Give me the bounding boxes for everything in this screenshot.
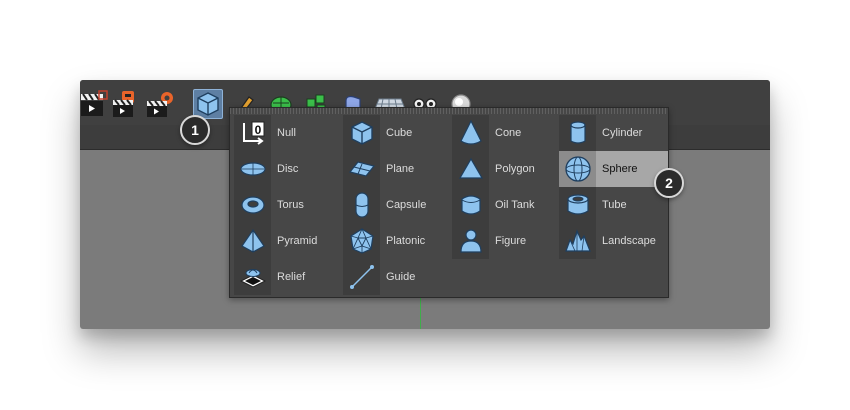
cone-icon — [452, 115, 489, 151]
torus-icon — [234, 187, 271, 223]
menu-item-label: Capsule — [386, 199, 427, 211]
menu-item-label: Polygon — [495, 163, 535, 175]
menu-item-label: Guide — [386, 271, 416, 283]
plane-icon — [343, 151, 380, 187]
menu-item-cube[interactable]: Cube — [343, 115, 452, 151]
figure-icon — [452, 223, 489, 259]
sphere-icon — [559, 151, 596, 187]
menu-item-plane[interactable]: Plane — [343, 151, 452, 187]
landscape-icon — [559, 223, 596, 259]
guide-icon — [343, 259, 380, 295]
callout-number: 1 — [191, 122, 199, 138]
menu-item-torus[interactable]: Torus — [234, 187, 343, 223]
menu-item-pyramid[interactable]: Pyramid — [234, 223, 343, 259]
menu-item-capsule[interactable]: Capsule — [343, 187, 452, 223]
menu-item-label: Relief — [277, 271, 306, 283]
menu-item-label: Tube — [602, 199, 627, 211]
relief-icon — [234, 259, 271, 295]
menu-item-tube[interactable]: Tube — [559, 187, 668, 223]
pyramid-icon — [234, 223, 271, 259]
menu-item-label: Landscape — [602, 235, 656, 247]
menu-item-cylinder[interactable]: Cylinder — [559, 115, 668, 151]
menu-item-label: Cylinder — [602, 127, 643, 139]
menu-item-label: Disc — [277, 163, 299, 175]
menu-item-label: Figure — [495, 235, 527, 247]
platonic-icon — [343, 223, 380, 259]
menu-drag-handle[interactable] — [230, 108, 668, 114]
clapperboard-icon — [113, 91, 134, 117]
menu-column-4: Cylinder Sphere Tube Landscape — [559, 115, 668, 259]
clapperboard-icon — [81, 90, 108, 116]
menu-item-label: Torus — [277, 199, 304, 211]
menu-item-oil-tank[interactable]: Oil Tank — [452, 187, 561, 223]
cube-icon — [197, 92, 219, 116]
menu-item-label: Sphere — [602, 163, 638, 175]
disc-icon — [234, 151, 271, 187]
step-callout-2: 2 — [654, 168, 684, 198]
render-to-picture-viewer-button[interactable] — [112, 89, 142, 119]
render-settings-button[interactable] — [146, 89, 176, 119]
menu-column-3: Cone Polygon Oil Tank Figure — [452, 115, 561, 259]
menu-item-relief[interactable]: Relief — [234, 259, 343, 295]
cylinder-icon — [559, 115, 596, 151]
menu-item-label: Pyramid — [277, 235, 318, 247]
svg-text:0: 0 — [254, 123, 261, 137]
menu-item-label: Cube — [386, 127, 413, 139]
menu-item-sphere[interactable]: Sphere — [559, 151, 668, 187]
clapperboard-gear-icon — [147, 92, 173, 117]
menu-item-disc[interactable]: Disc — [234, 151, 343, 187]
tube-icon — [559, 187, 596, 223]
menu-item-cone[interactable]: Cone — [452, 115, 561, 151]
menu-item-platonic[interactable]: Platonic — [343, 223, 452, 259]
menu-item-null[interactable]: 0 Null — [234, 115, 343, 151]
oil-tank-icon — [452, 187, 489, 223]
menu-item-figure[interactable]: Figure — [452, 223, 561, 259]
menu-item-polygon[interactable]: Polygon — [452, 151, 561, 187]
primitive-objects-menu: 0 Null Disc Torus Pyramid Relief Cube Pl… — [229, 107, 669, 298]
step-callout-1: 1 — [180, 115, 210, 145]
menu-column-1: 0 Null Disc Torus Pyramid Relief — [234, 115, 343, 295]
null-icon: 0 — [234, 115, 271, 151]
render-view-button[interactable] — [80, 89, 110, 119]
capsule-icon — [343, 187, 380, 223]
menu-item-landscape[interactable]: Landscape — [559, 223, 668, 259]
menu-item-label: Platonic — [386, 235, 426, 247]
menu-column-2: Cube Plane Capsule Platonic Guide — [343, 115, 452, 295]
menu-item-label: Plane — [386, 163, 415, 175]
menu-item-label: Null — [277, 127, 296, 139]
callout-number: 2 — [665, 175, 673, 191]
menu-item-label: Cone — [495, 127, 522, 139]
menu-item-guide[interactable]: Guide — [343, 259, 452, 295]
menu-item-label: Oil Tank — [495, 199, 535, 211]
polygon-icon — [452, 151, 489, 187]
cube-icon — [343, 115, 380, 151]
